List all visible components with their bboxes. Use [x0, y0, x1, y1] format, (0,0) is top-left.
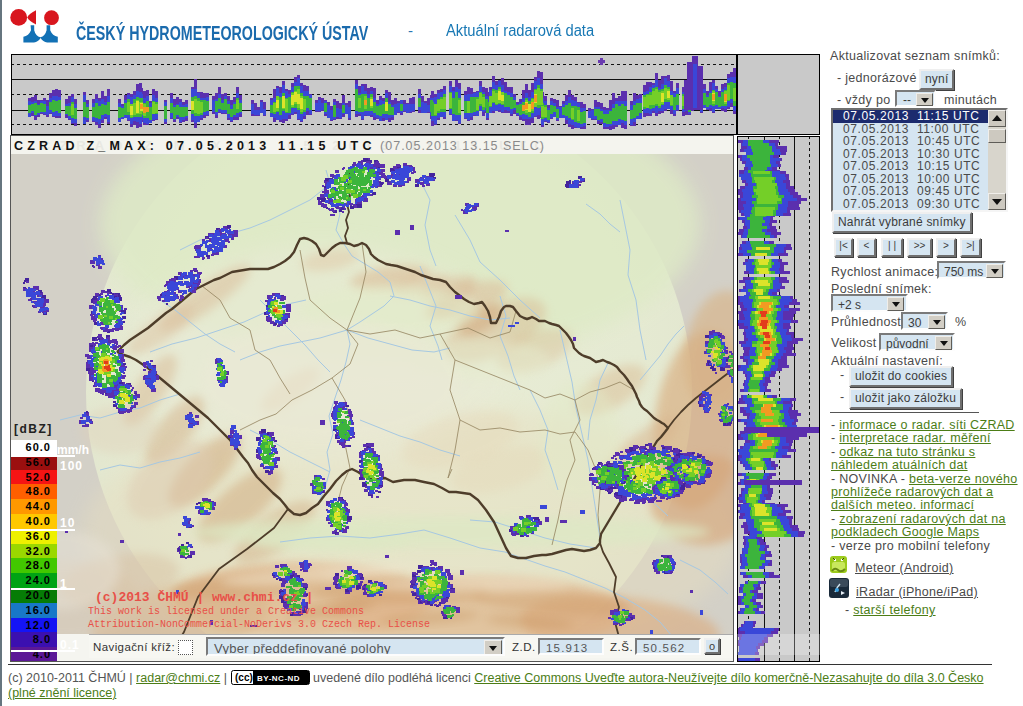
svg-text:(cc): (cc)	[235, 672, 253, 683]
svg-text:BY-NC-ND: BY-NC-ND	[257, 674, 300, 683]
